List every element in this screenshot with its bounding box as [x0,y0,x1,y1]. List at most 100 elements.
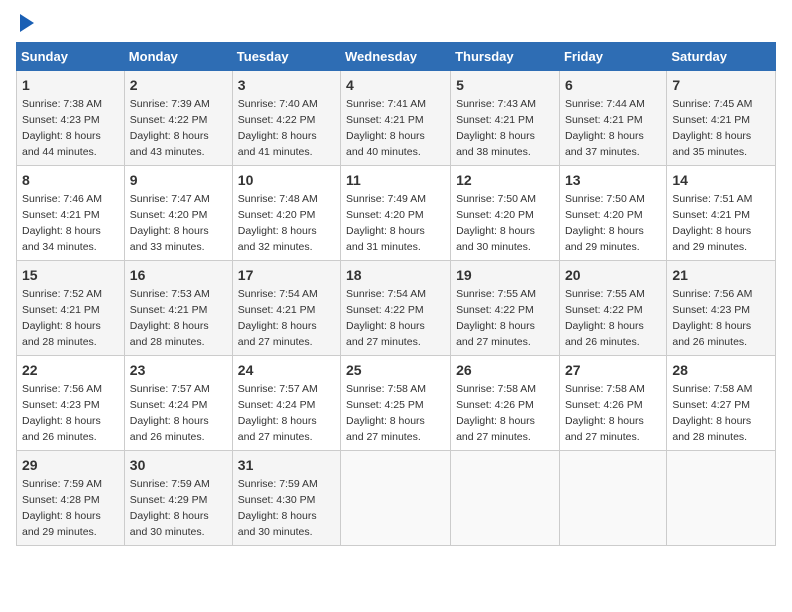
day-number: 24 [238,360,335,380]
day-number: 25 [346,360,445,380]
calendar-cell: 18 Sunrise: 7:54 AMSunset: 4:22 PMDayligh… [341,261,451,356]
day-info: Sunrise: 7:38 AMSunset: 4:23 PMDaylight:… [22,98,102,158]
day-info: Sunrise: 7:40 AMSunset: 4:22 PMDaylight:… [238,98,318,158]
day-info: Sunrise: 7:56 AMSunset: 4:23 PMDaylight:… [672,288,752,348]
calendar-cell [451,451,560,546]
calendar-cell: 15 Sunrise: 7:52 AMSunset: 4:21 PMDayligh… [17,261,125,356]
day-info: Sunrise: 7:43 AMSunset: 4:21 PMDaylight:… [456,98,536,158]
day-number: 7 [672,75,770,95]
day-number: 14 [672,170,770,190]
calendar-cell: 11 Sunrise: 7:49 AMSunset: 4:20 PMDayligh… [341,166,451,261]
day-number: 5 [456,75,554,95]
day-info: Sunrise: 7:49 AMSunset: 4:20 PMDaylight:… [346,193,426,253]
calendar-cell: 4Sunrise: 7:41 AMSunset: 4:21 PMDaylight… [341,71,451,166]
calendar-cell: 8 Sunrise: 7:46 AMSunset: 4:21 PMDaylight… [17,166,125,261]
day-info: Sunrise: 7:54 AMSunset: 4:22 PMDaylight:… [346,288,426,348]
day-info: Sunrise: 7:52 AMSunset: 4:21 PMDaylight:… [22,288,102,348]
day-number: 1 [22,75,119,95]
day-number: 2 [130,75,227,95]
day-number: 31 [238,455,335,475]
day-info: Sunrise: 7:39 AMSunset: 4:22 PMDaylight:… [130,98,210,158]
calendar-cell: 5 Sunrise: 7:43 AMSunset: 4:21 PMDaylight… [451,71,560,166]
day-info: Sunrise: 7:57 AMSunset: 4:24 PMDaylight:… [130,383,210,443]
calendar-cell: 19 Sunrise: 7:55 AMSunset: 4:22 PMDayligh… [451,261,560,356]
day-number: 18 [346,265,445,285]
weekday-header-monday: Monday [124,43,232,71]
day-number: 4 [346,75,445,95]
calendar-cell: 23 Sunrise: 7:57 AMSunset: 4:24 PMDayligh… [124,356,232,451]
weekday-header-friday: Friday [559,43,666,71]
day-number: 26 [456,360,554,380]
calendar-cell: 2 Sunrise: 7:39 AMSunset: 4:22 PMDaylight… [124,71,232,166]
calendar-cell: 26 Sunrise: 7:58 AMSunset: 4:26 PMDayligh… [451,356,560,451]
day-info: Sunrise: 7:57 AMSunset: 4:24 PMDaylight:… [238,383,318,443]
week-row-2: 8 Sunrise: 7:46 AMSunset: 4:21 PMDaylight… [17,166,776,261]
day-number: 20 [565,265,661,285]
day-number: 21 [672,265,770,285]
day-info: Sunrise: 7:59 AMSunset: 4:29 PMDaylight:… [130,478,210,538]
logo-arrow-icon [20,14,34,32]
day-info: Sunrise: 7:47 AMSunset: 4:20 PMDaylight:… [130,193,210,253]
calendar-cell: 9 Sunrise: 7:47 AMSunset: 4:20 PMDaylight… [124,166,232,261]
day-number: 28 [672,360,770,380]
day-number: 27 [565,360,661,380]
calendar-cell: 27 Sunrise: 7:58 AMSunset: 4:26 PMDayligh… [559,356,666,451]
calendar-cell [559,451,666,546]
day-number: 29 [22,455,119,475]
calendar-cell: 30 Sunrise: 7:59 AMSunset: 4:29 PMDayligh… [124,451,232,546]
header [16,16,776,32]
day-info: Sunrise: 7:58 AMSunset: 4:26 PMDaylight:… [565,383,645,443]
weekday-header-saturday: Saturday [667,43,776,71]
day-number: 9 [130,170,227,190]
day-number: 17 [238,265,335,285]
week-row-1: 1 Sunrise: 7:38 AMSunset: 4:23 PMDaylight… [17,71,776,166]
calendar-cell: 16Sunrise: 7:53 AMSunset: 4:21 PMDayligh… [124,261,232,356]
day-info: Sunrise: 7:59 AMSunset: 4:30 PMDaylight:… [238,478,318,538]
day-number: 22 [22,360,119,380]
day-info: Sunrise: 7:46 AMSunset: 4:21 PMDaylight:… [22,193,102,253]
day-info: Sunrise: 7:44 AMSunset: 4:21 PMDaylight:… [565,98,645,158]
day-info: Sunrise: 7:58 AMSunset: 4:27 PMDaylight:… [672,383,752,443]
day-info: Sunrise: 7:59 AMSunset: 4:28 PMDaylight:… [22,478,102,538]
calendar-cell: 7 Sunrise: 7:45 AMSunset: 4:21 PMDaylight… [667,71,776,166]
calendar-cell: 25 Sunrise: 7:58 AMSunset: 4:25 PMDayligh… [341,356,451,451]
day-info: Sunrise: 7:56 AMSunset: 4:23 PMDaylight:… [22,383,102,443]
calendar-cell: 14 Sunrise: 7:51 AMSunset: 4:21 PMDayligh… [667,166,776,261]
day-info: Sunrise: 7:55 AMSunset: 4:22 PMDaylight:… [456,288,536,348]
day-info: Sunrise: 7:55 AMSunset: 4:22 PMDaylight:… [565,288,645,348]
calendar-cell: 17 Sunrise: 7:54 AMSunset: 4:21 PMDayligh… [232,261,340,356]
day-number: 12 [456,170,554,190]
calendar-cell: 24 Sunrise: 7:57 AMSunset: 4:24 PMDayligh… [232,356,340,451]
weekday-header-wednesday: Wednesday [341,43,451,71]
calendar-cell: 3Sunrise: 7:40 AMSunset: 4:22 PMDaylight… [232,71,340,166]
day-number: 15 [22,265,119,285]
calendar-cell: 31 Sunrise: 7:59 AMSunset: 4:30 PMDayligh… [232,451,340,546]
calendar-cell: 28 Sunrise: 7:58 AMSunset: 4:27 PMDayligh… [667,356,776,451]
weekday-header-sunday: Sunday [17,43,125,71]
logo [16,16,34,32]
weekday-header-row: SundayMondayTuesdayWednesdayThursdayFrid… [17,43,776,71]
day-info: Sunrise: 7:58 AMSunset: 4:26 PMDaylight:… [456,383,536,443]
day-info: Sunrise: 7:53 AMSunset: 4:21 PMDaylight:… [130,288,210,348]
calendar-cell [341,451,451,546]
calendar-cell: 1 Sunrise: 7:38 AMSunset: 4:23 PMDaylight… [17,71,125,166]
day-number: 30 [130,455,227,475]
calendar-cell: 13Sunrise: 7:50 AMSunset: 4:20 PMDayligh… [559,166,666,261]
day-info: Sunrise: 7:58 AMSunset: 4:25 PMDaylight:… [346,383,426,443]
day-info: Sunrise: 7:45 AMSunset: 4:21 PMDaylight:… [672,98,752,158]
day-number: 11 [346,170,445,190]
day-info: Sunrise: 7:54 AMSunset: 4:21 PMDaylight:… [238,288,318,348]
week-row-4: 22 Sunrise: 7:56 AMSunset: 4:23 PMDayligh… [17,356,776,451]
calendar-cell: 20 Sunrise: 7:55 AMSunset: 4:22 PMDayligh… [559,261,666,356]
calendar-cell: 22 Sunrise: 7:56 AMSunset: 4:23 PMDayligh… [17,356,125,451]
weekday-header-thursday: Thursday [451,43,560,71]
day-info: Sunrise: 7:51 AMSunset: 4:21 PMDaylight:… [672,193,752,253]
calendar-cell: 21 Sunrise: 7:56 AMSunset: 4:23 PMDayligh… [667,261,776,356]
calendar-cell: 12Sunrise: 7:50 AMSunset: 4:20 PMDayligh… [451,166,560,261]
weekday-header-tuesday: Tuesday [232,43,340,71]
day-number: 23 [130,360,227,380]
day-number: 8 [22,170,119,190]
calendar-cell: 6 Sunrise: 7:44 AMSunset: 4:21 PMDaylight… [559,71,666,166]
day-number: 19 [456,265,554,285]
day-number: 6 [565,75,661,95]
